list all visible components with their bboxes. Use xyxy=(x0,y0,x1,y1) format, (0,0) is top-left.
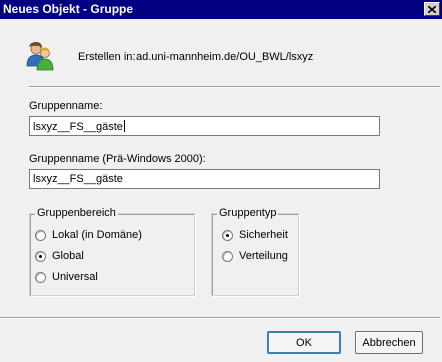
radio-button[interactable] xyxy=(35,250,46,262)
cancel-button[interactable]: Abbrechen xyxy=(355,331,423,354)
radio-type-distribution[interactable]: Verteilung xyxy=(222,250,288,262)
close-icon xyxy=(428,5,436,13)
close-button[interactable] xyxy=(424,2,440,16)
radio-button[interactable] xyxy=(222,250,233,262)
radio-scope-local[interactable]: Lokal (in Domäne) xyxy=(35,229,142,241)
radio-scope-global[interactable]: Global xyxy=(35,250,84,262)
pre2000-name-label: Gruppenname (Prä-Windows 2000): xyxy=(29,153,206,165)
radio-type-security[interactable]: Sicherheit xyxy=(222,229,288,241)
text-caret xyxy=(123,120,125,132)
radio-label: Sicherheit xyxy=(239,229,288,241)
radio-label: Verteilung xyxy=(239,250,288,262)
radio-label: Universal xyxy=(52,271,98,283)
group-name-value: lsxyz__FS__gäste xyxy=(33,121,123,133)
separator-bottom xyxy=(0,317,440,319)
radio-button[interactable] xyxy=(35,229,46,241)
dialog-window: Neues Objekt - Gruppe Erstellen in: ad.u… xyxy=(0,0,442,362)
radio-button[interactable] xyxy=(35,271,46,283)
group-scope-title: Gruppenbereich xyxy=(35,207,118,220)
create-in-path: ad.uni-mannheim.de/OU_BWL/lsxyz xyxy=(136,51,314,63)
window-title: Neues Objekt - Gruppe xyxy=(3,2,134,16)
separator-top xyxy=(29,86,440,88)
radio-button[interactable] xyxy=(222,229,233,241)
pre2000-name-value: lsxyz__FS__gäste xyxy=(33,173,123,185)
group-name-label: Gruppenname: xyxy=(29,100,103,112)
create-in-label: Erstellen in: xyxy=(78,51,136,63)
group-type-title: Gruppentyp xyxy=(217,207,279,220)
title-bar[interactable]: Neues Objekt - Gruppe xyxy=(0,0,442,19)
radio-label: Lokal (in Domäne) xyxy=(52,229,142,241)
pre2000-name-input[interactable]: lsxyz__FS__gäste xyxy=(29,169,380,189)
radio-scope-universal[interactable]: Universal xyxy=(35,271,98,283)
users-icon xyxy=(26,42,54,71)
group-name-input[interactable]: lsxyz__FS__gäste xyxy=(29,116,380,136)
ok-button[interactable]: OK xyxy=(267,331,341,354)
radio-label: Global xyxy=(52,250,84,262)
